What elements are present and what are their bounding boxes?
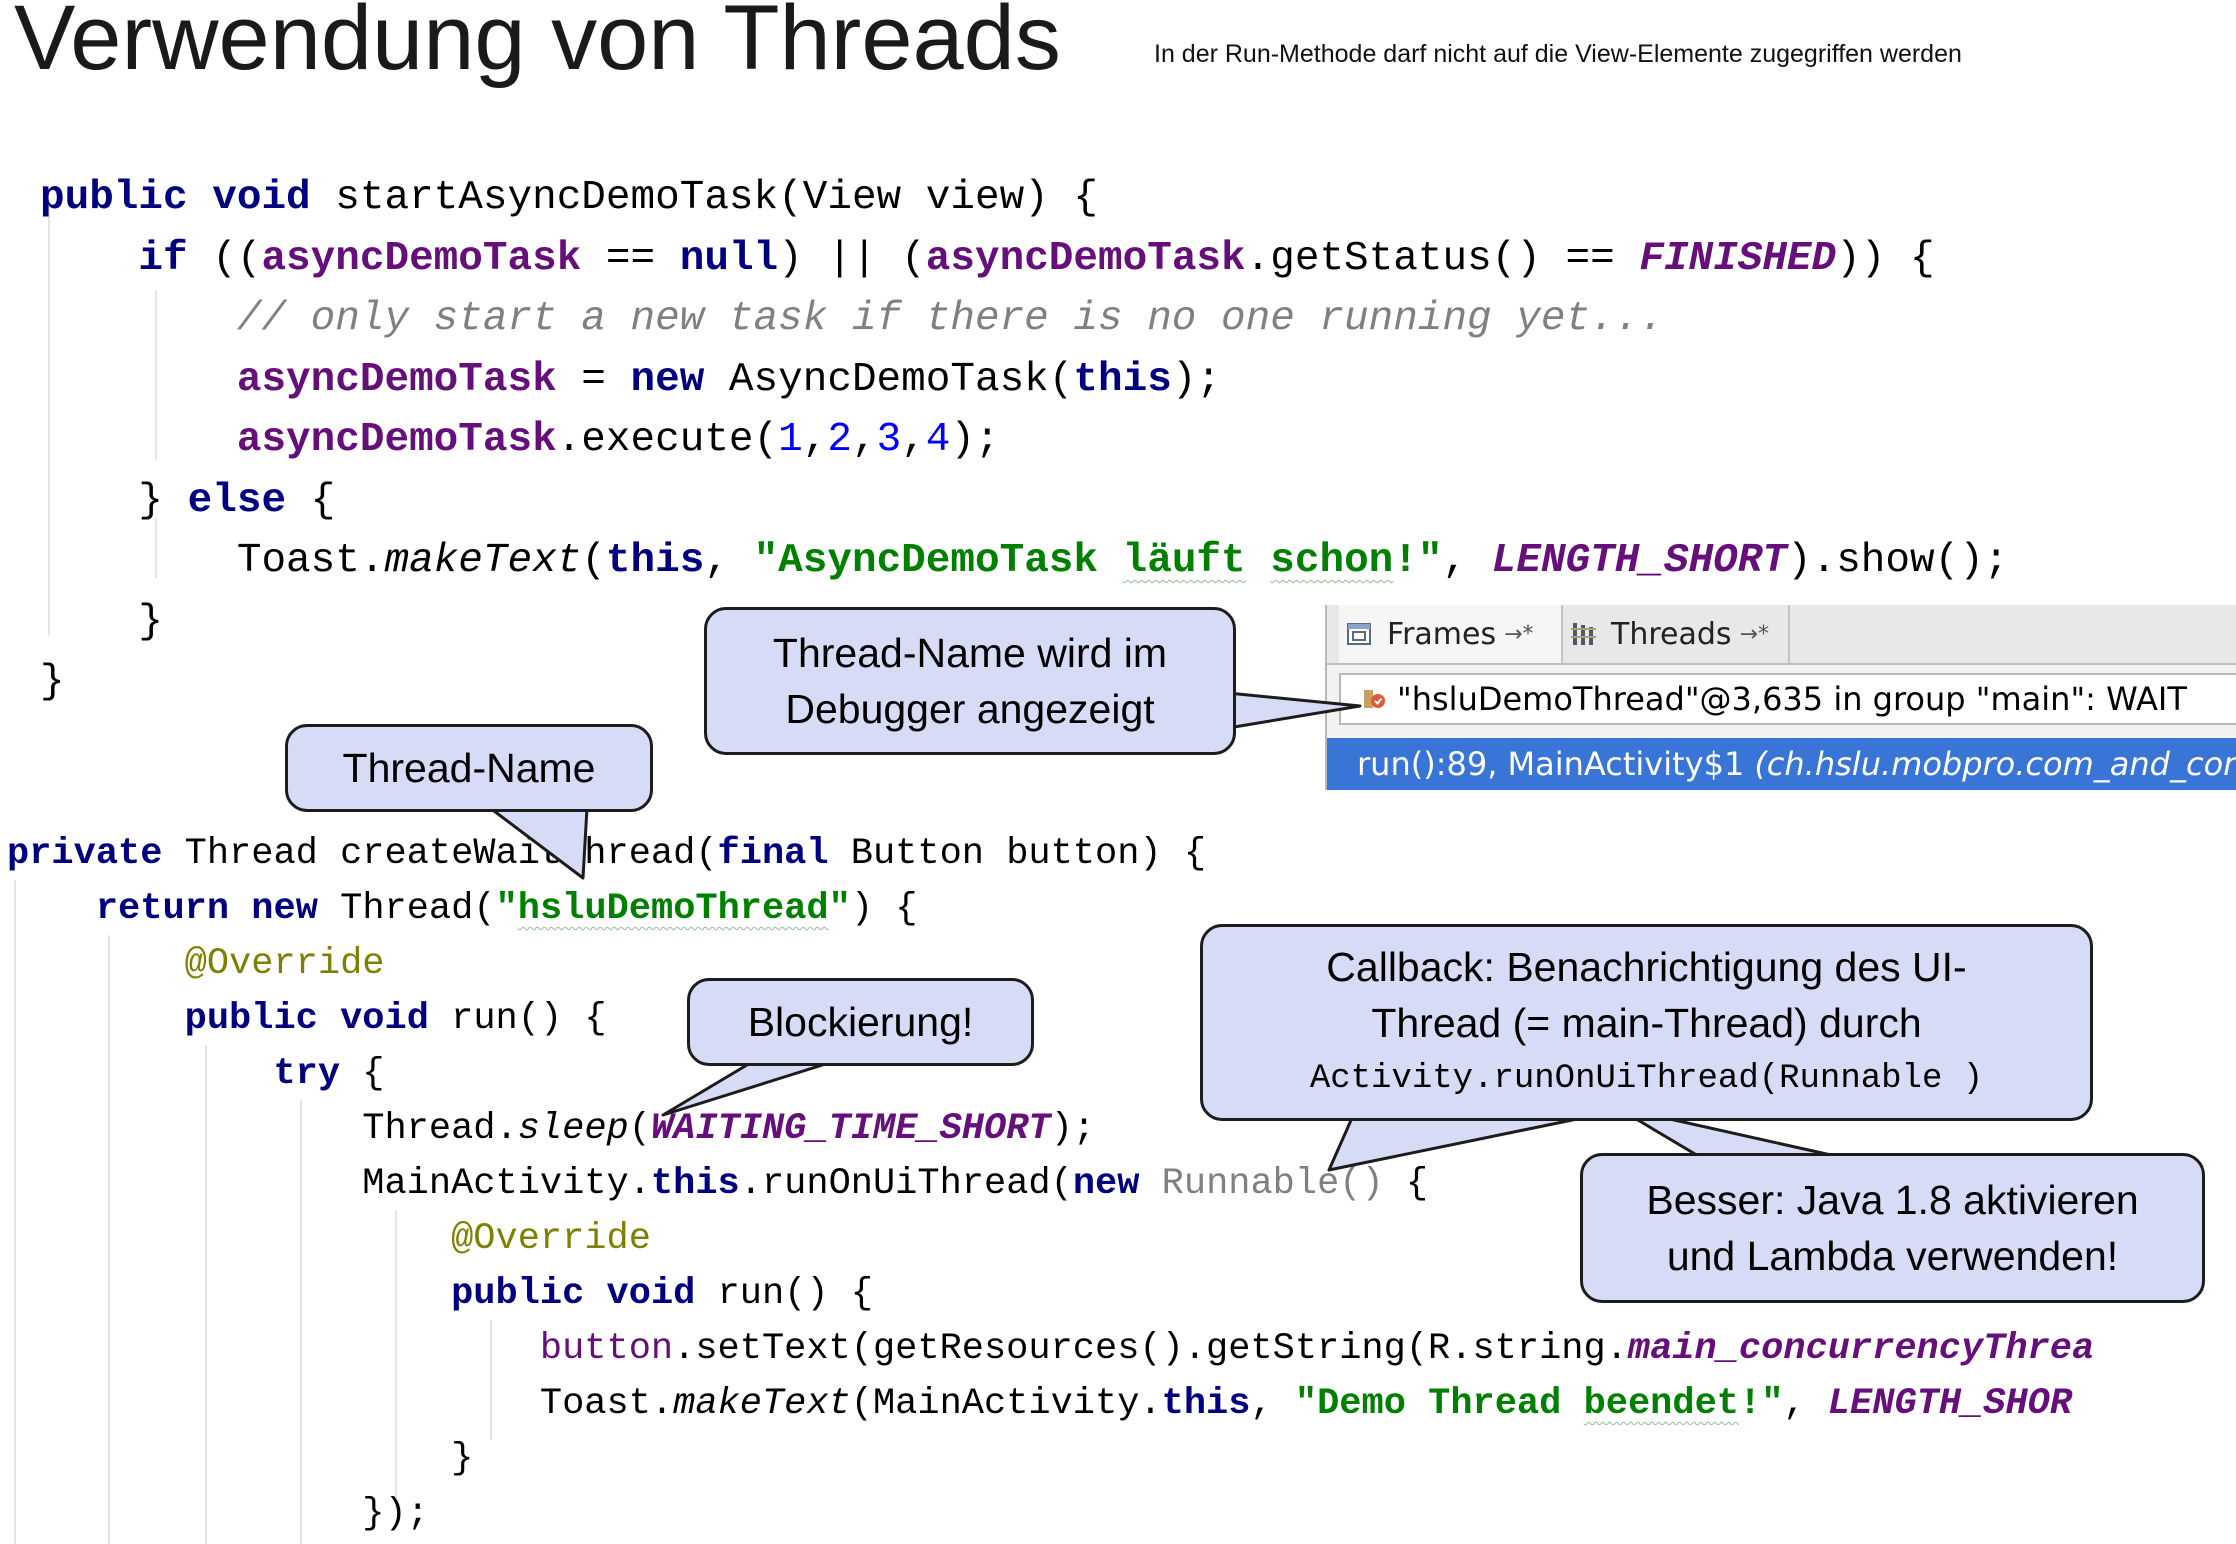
callout-ui-thread-callback: Callback: Benachrichtigung des UI- Threa…	[1200, 924, 2093, 1121]
callout-line: und Lambda verwenden!	[1666, 1233, 2119, 1279]
callout-line: Debugger angezeigt	[785, 686, 1155, 732]
callout-thread-name: Thread-Name	[285, 724, 653, 812]
callout-code: Activity.runOnUiThread(Runnable )	[1309, 1059, 1984, 1098]
callout-blocking: Blockierung!	[687, 978, 1034, 1066]
callout-line: Thread-Name wird im	[772, 630, 1168, 676]
callout-line: Thread (= main-Thread) durch	[1371, 999, 1922, 1046]
callout-tail-debugger	[1226, 691, 1362, 730]
callout-line: Besser: Java 1.8 aktivieren	[1646, 1177, 2139, 1223]
callout-java18-lambda: Besser: Java 1.8 aktivieren und Lambda v…	[1580, 1153, 2205, 1303]
callout-line: Blockierung!	[747, 999, 974, 1045]
callout-tail-thread-name	[488, 806, 589, 880]
callout-tail-blocking	[661, 1060, 834, 1117]
callout-tail-callback	[1327, 1116, 1584, 1172]
callout-line: Callback: Benachrichtigung des UI-	[1326, 943, 1967, 990]
callout-debugger-shows-name: Thread-Name wird im Debugger angezeigt	[704, 607, 1236, 755]
callout-line: Thread-Name	[342, 745, 596, 791]
